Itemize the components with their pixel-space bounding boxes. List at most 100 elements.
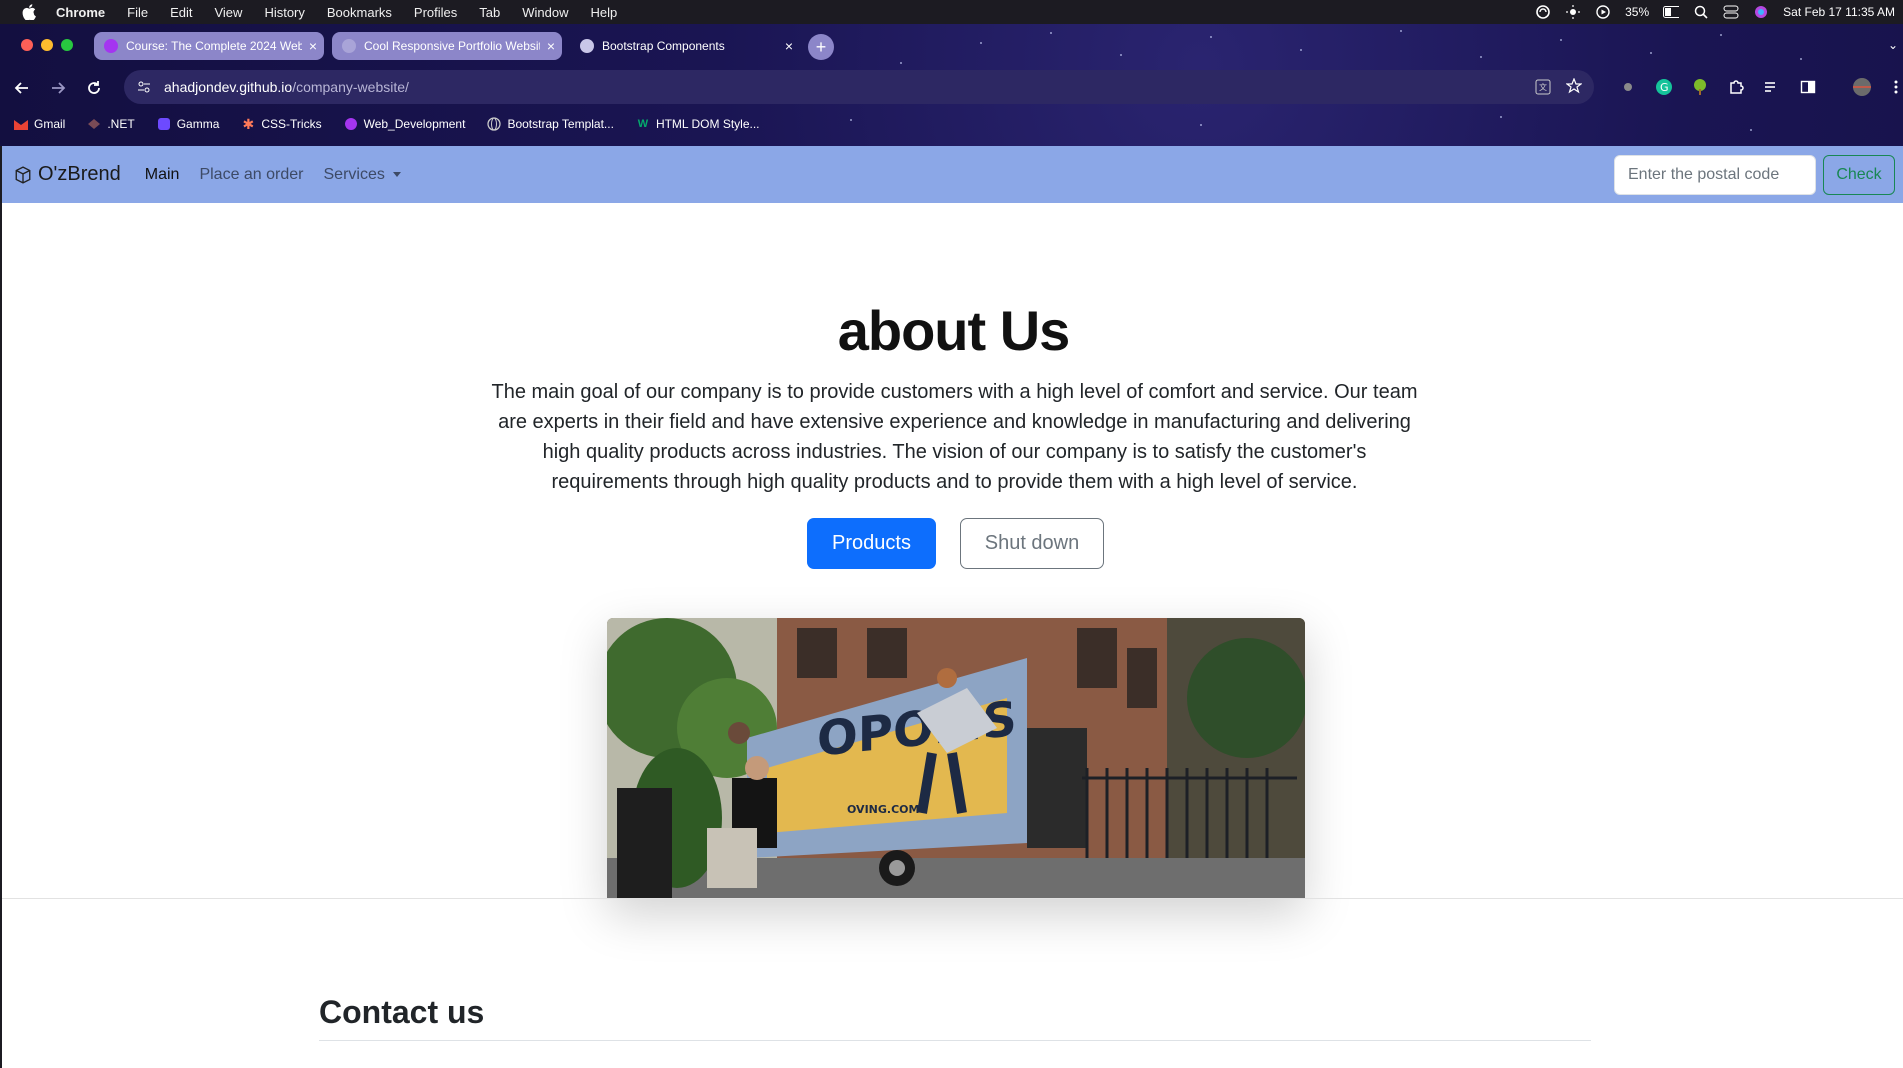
hero-moving-truck-image: OPOLIS OVING.COM	[607, 618, 1305, 899]
menu-file[interactable]: File	[127, 5, 148, 20]
caret-down-icon	[392, 171, 401, 177]
bookmark-label: CSS-Tricks	[261, 117, 322, 131]
menu-window[interactable]: Window	[522, 5, 568, 20]
spotlight-search-icon[interactable]	[1693, 4, 1709, 20]
bookmark-html-dom-style[interactable]: W HTML DOM Style...	[636, 117, 760, 131]
globe-icon	[487, 117, 502, 131]
menu-history[interactable]: History	[264, 5, 304, 20]
bookmark-css-tricks[interactable]: ✱ CSS-Tricks	[241, 115, 322, 132]
profile-avatar[interactable]	[1852, 77, 1872, 97]
bookmark-bootstrap-templates[interactable]: Bootstrap Templat...	[487, 117, 614, 131]
web-page: O'zBrend Main Place an order Services Ch…	[0, 146, 1903, 1068]
bookmark-label: .NET	[107, 117, 135, 131]
bookmarks-bar: Gmail .NET Gamma ✱ CSS-Tricks Web_Develop…	[0, 112, 768, 136]
window-close-button[interactable]	[21, 39, 33, 51]
svg-text:文: 文	[1539, 82, 1547, 92]
back-arrow-icon[interactable]	[10, 76, 34, 100]
shut-down-button[interactable]: Shut down	[960, 518, 1104, 569]
reading-list-icon[interactable]	[1762, 77, 1782, 97]
control-center-icon[interactable]	[1723, 4, 1739, 20]
grammarly-icon[interactable]: G	[1654, 77, 1674, 97]
bookmark-dotnet[interactable]: .NET	[87, 117, 135, 131]
tab-close-icon[interactable]: ×	[540, 38, 562, 54]
clock[interactable]: Sat Feb 17 11:35 AM	[1783, 5, 1895, 19]
brightness-icon[interactable]	[1565, 4, 1581, 20]
bookmark-label: Bootstrap Templat...	[507, 117, 614, 131]
tree-extension-icon[interactable]	[1690, 77, 1710, 97]
bookmark-label: HTML DOM Style...	[655, 117, 760, 131]
site-navbar: O'zBrend Main Place an order Services Ch…	[2, 146, 1903, 203]
truck-site-text: OVING.COM	[847, 803, 919, 816]
tab-title: Cool Responsive Portfolio Website	[364, 39, 540, 53]
battery-icon[interactable]	[1663, 4, 1680, 20]
products-button[interactable]: Products	[807, 518, 936, 569]
menu-app-chrome[interactable]: Chrome	[56, 5, 105, 20]
bookmark-star-icon[interactable]	[1565, 77, 1583, 97]
sync-icon[interactable]	[1535, 4, 1551, 20]
address-bar[interactable]: ahadjondev.github.io/company-website/ 文	[124, 70, 1594, 104]
bookmark-gamma[interactable]: Gamma	[157, 117, 220, 131]
site-settings-icon[interactable]	[134, 80, 154, 94]
globe-icon	[342, 39, 356, 53]
nav-place-order[interactable]: Place an order	[199, 166, 303, 184]
nav-services-dropdown[interactable]: Services	[324, 166, 401, 184]
macos-menu-bar: Chrome File Edit View History Bookmarks …	[0, 0, 1903, 24]
window-minimize-button[interactable]	[41, 39, 53, 51]
chrome-menu-icon[interactable]	[1886, 77, 1903, 97]
battery-percent: 35%	[1625, 5, 1650, 19]
css-tricks-icon: ✱	[242, 115, 255, 132]
apple-icon[interactable]	[20, 3, 38, 21]
browser-chrome: Course: The Complete 2024 Web Developmen…	[0, 24, 1903, 146]
bookmark-label: Gamma	[176, 117, 220, 131]
tab-course[interactable]: Course: The Complete 2024 Web Developmen…	[94, 32, 324, 60]
menu-profiles[interactable]: Profiles	[414, 5, 457, 20]
forward-arrow-icon[interactable]	[46, 76, 70, 100]
contact-rule	[319, 1040, 1591, 1041]
tab-portfolio[interactable]: Cool Responsive Portfolio Website ×	[332, 32, 562, 60]
gmail-icon	[14, 117, 28, 131]
nav-main[interactable]: Main	[145, 166, 180, 184]
reload-icon[interactable]	[82, 76, 106, 100]
menu-view[interactable]: View	[214, 5, 242, 20]
window-zoom-button[interactable]	[61, 39, 73, 51]
tab-close-icon[interactable]: ×	[778, 38, 800, 54]
menu-help[interactable]: Help	[591, 5, 618, 20]
extensions-puzzle-icon[interactable]	[1726, 77, 1746, 97]
menu-bookmarks[interactable]: Bookmarks	[327, 5, 392, 20]
udemy-icon	[104, 39, 118, 53]
side-panel-icon[interactable]	[1798, 77, 1818, 97]
hero-title: about Us	[837, 299, 1071, 362]
tab-title: Course: The Complete 2024 Web Developmen…	[126, 39, 302, 53]
tab-search-chevron-icon[interactable]: ⌄	[1888, 38, 1898, 52]
brand-link[interactable]: O'zBrend	[14, 163, 121, 186]
nav-services-label: Services	[323, 165, 385, 183]
tab-bootstrap-components[interactable]: Bootstrap Components ×	[570, 32, 800, 60]
check-button[interactable]: Check	[1823, 155, 1895, 195]
gamma-icon	[157, 117, 171, 131]
bookmark-web-development[interactable]: Web_Development	[344, 117, 466, 131]
hero-lead-text: The main goal of our company is to provi…	[491, 381, 1418, 493]
menu-tab[interactable]: Tab	[479, 5, 500, 20]
dotnet-icon	[87, 117, 101, 131]
url-path: /company-website/	[292, 79, 409, 95]
section-divider	[2, 898, 1903, 899]
brand-name: O'zBrend	[38, 163, 121, 185]
bookmark-gmail[interactable]: Gmail	[14, 117, 65, 131]
menu-edit[interactable]: Edit	[170, 5, 192, 20]
siri-icon[interactable]	[1753, 4, 1769, 20]
contact-heading: Contact us	[319, 994, 485, 1030]
play-icon[interactable]	[1595, 4, 1611, 20]
w3schools-icon: W	[637, 118, 649, 130]
globe-icon	[580, 39, 594, 53]
url-host: ahadjondev.github.io	[164, 79, 293, 95]
svg-text:G: G	[1660, 81, 1669, 94]
box-icon	[15, 165, 31, 184]
new-tab-button[interactable]: +	[808, 34, 834, 60]
tab-close-icon[interactable]: ×	[302, 38, 324, 54]
extension-dot-icon[interactable]	[1618, 77, 1638, 97]
postal-code-input[interactable]	[1614, 155, 1816, 195]
udemy-icon	[344, 117, 358, 131]
tab-title: Bootstrap Components	[602, 39, 725, 53]
translate-icon[interactable]: 文	[1535, 79, 1551, 98]
bookmark-label: Web_Development	[363, 117, 466, 131]
